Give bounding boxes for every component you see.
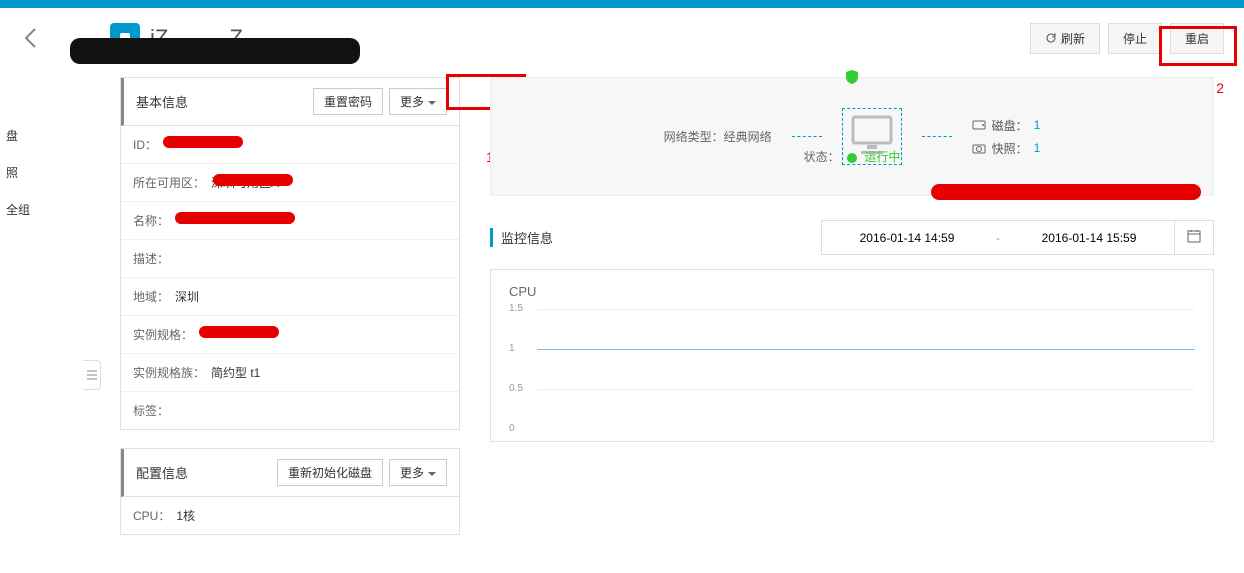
info-row-desc: 描述：: [121, 240, 459, 278]
redacted-scribble: [163, 136, 243, 148]
disk-link[interactable]: 磁盘： 1: [972, 117, 1041, 134]
monitor-title: 监控信息: [490, 228, 553, 247]
cpu-chart-panel: CPU 1.5 1 0.5 0: [490, 269, 1214, 442]
basic-more-button[interactable]: 更多: [389, 88, 447, 115]
camera-icon: [972, 141, 986, 155]
status-dot-icon: [847, 153, 857, 163]
annotation-scribble: [70, 38, 360, 64]
refresh-button[interactable]: 刷新: [1030, 23, 1100, 54]
calendar-button[interactable]: [1174, 221, 1213, 254]
info-row-id: ID：: [121, 126, 459, 164]
cpu-chart: 1.5 1 0.5 0: [509, 307, 1195, 427]
reinit-disk-button[interactable]: 重新初始化磁盘: [277, 459, 383, 486]
date-range-picker[interactable]: -: [821, 220, 1214, 255]
date-from-input[interactable]: [822, 223, 992, 253]
config-more-button[interactable]: 更多: [389, 459, 447, 486]
calendar-icon: [1187, 229, 1201, 243]
reset-password-button[interactable]: 重置密码: [313, 88, 383, 115]
annotation-label-2: 2: [1216, 80, 1224, 96]
info-row-spec: 实例规格：: [121, 316, 459, 354]
dash-line: [792, 136, 822, 137]
refresh-icon: [1045, 32, 1057, 44]
info-row-region: 地域： 深圳: [121, 278, 459, 316]
dash-line: [922, 136, 952, 137]
sidebar-item-snapshot[interactable]: 照: [0, 154, 40, 191]
status-row: 状态： 运行中: [531, 148, 1173, 165]
back-button[interactable]: [10, 18, 50, 58]
info-row-spec-family: 实例规格族： 简约型 t1: [121, 354, 459, 392]
info-row-name: 名称：: [121, 202, 459, 240]
config-info-panel: 配置信息 重新初始化磁盘 更多 CPU： 1核: [120, 448, 460, 535]
sidebar-item-disk[interactable]: 盘: [0, 117, 40, 154]
redacted-scribble: [199, 326, 279, 338]
date-sep: -: [992, 231, 1004, 245]
basic-info-panel: 基本信息 重置密码 更多 ID： 所在可用区： 深圳可用区A: [120, 77, 460, 430]
chart-title: CPU: [509, 284, 1195, 299]
date-to-input[interactable]: [1004, 223, 1174, 253]
restart-button[interactable]: 重启: [1170, 23, 1224, 54]
snapshot-link[interactable]: 快照： 1: [972, 140, 1041, 157]
redacted-scribble: [213, 174, 293, 186]
stop-button[interactable]: 停止: [1108, 23, 1162, 54]
shield-icon: [845, 69, 859, 85]
toggle-sidebar-button[interactable]: [83, 360, 101, 390]
info-row-zone: 所在可用区： 深圳可用区A: [121, 164, 459, 202]
info-row-cpu: CPU： 1核: [121, 497, 459, 534]
status-panel: 网络类型：经典网络 磁盘：: [490, 77, 1214, 196]
disk-icon: [972, 118, 986, 132]
config-info-title: 配置信息: [136, 463, 188, 482]
sidebar-item-security-group[interactable]: 全组: [0, 191, 40, 228]
redacted-scribble: [175, 212, 295, 224]
net-type-label: 网络类型：经典网络: [664, 128, 772, 145]
redacted-scribble: [931, 184, 1201, 200]
info-row-tags: 标签：: [121, 392, 459, 429]
basic-info-title: 基本信息: [136, 92, 188, 111]
